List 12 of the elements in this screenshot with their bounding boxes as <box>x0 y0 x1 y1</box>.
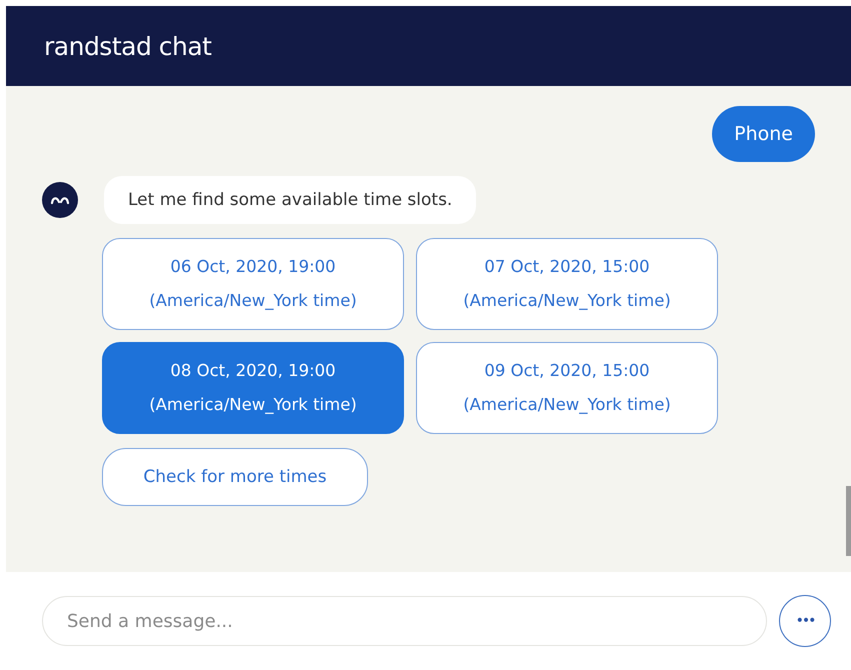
scrollbar[interactable] <box>846 486 851 556</box>
more-button[interactable]: ••• <box>779 595 831 647</box>
message-input[interactable]: Send a message... <box>42 596 767 646</box>
user-message: Phone <box>712 106 815 162</box>
bot-message: Let me find some available time slots. <box>104 176 476 224</box>
more-times-button[interactable]: Check for more times <box>102 448 368 506</box>
bot-avatar-icon <box>42 182 78 218</box>
window-title: randstad chat <box>44 32 212 60</box>
time-slot-button[interactable]: 08 Oct, 2020, 19:00 (America/New_York time) <box>102 342 404 434</box>
time-slot-button[interactable]: 07 Oct, 2020, 15:00 (America/New_York time) <box>416 238 718 330</box>
time-slot-button[interactable]: 06 Oct, 2020, 19:00 (America/New_York time) <box>102 238 404 330</box>
time-slot-button[interactable]: 09 Oct, 2020, 15:00 (America/New_York time) <box>416 342 718 434</box>
